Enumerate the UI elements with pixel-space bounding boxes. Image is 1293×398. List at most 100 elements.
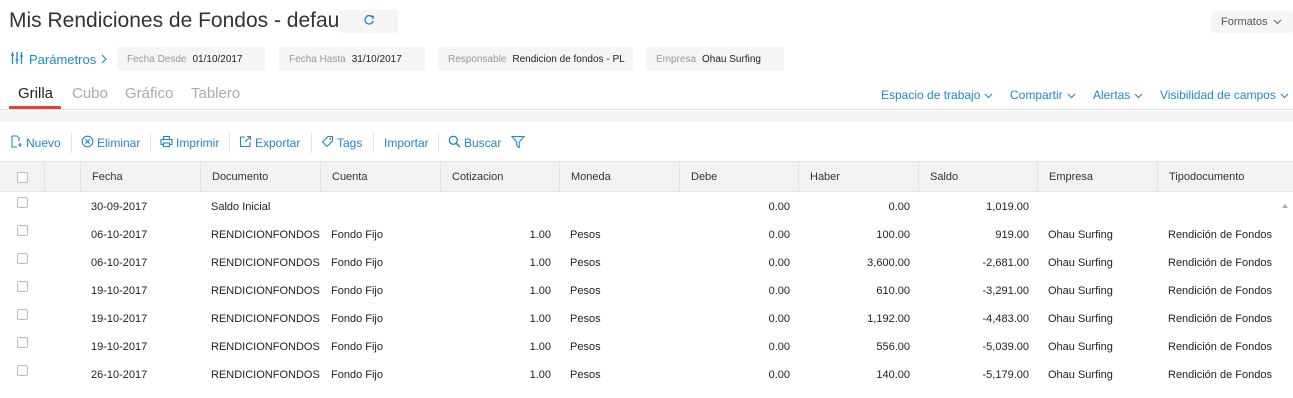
visibilidad-de-campos-menu[interactable]: Visibilidad de campos bbox=[1160, 88, 1289, 102]
exportar-button[interactable]: Exportar bbox=[239, 132, 300, 154]
param-responsable[interactable]: Responsable Rendicion de fondos - PL bbox=[438, 47, 633, 71]
cell-saldo: 1,019.00 bbox=[986, 201, 1029, 213]
cell-empresa: Ohau Surfing bbox=[1048, 313, 1113, 325]
compartir-menu[interactable]: Compartir bbox=[1010, 88, 1076, 102]
table-row[interactable]: 30-09-2017 Saldo Inicial 0.00 0.00 1,019.00 bbox=[0, 193, 1277, 221]
imprimir-button[interactable]: Imprimir bbox=[160, 132, 219, 154]
cell-fecha: 06-10-2017 bbox=[91, 257, 148, 269]
espacio-de-trabajo-menu[interactable]: Espacio de trabajo bbox=[881, 88, 993, 102]
table-row[interactable]: 19-10-2017 RENDICIONFONDOS - Fondo Fijo 1.0… bbox=[0, 277, 1277, 305]
cell-empresa: Ohau Surfing bbox=[1048, 229, 1113, 241]
cell-documento: RENDICIONFONDOS - bbox=[211, 229, 320, 241]
param-label: Fecha Desde bbox=[127, 53, 187, 65]
cell-fecha: 19-10-2017 bbox=[91, 313, 148, 325]
search-icon bbox=[448, 135, 461, 151]
cell-saldo: -3,291.00 bbox=[982, 285, 1029, 297]
scroll-up-arrow-icon[interactable] bbox=[1281, 197, 1289, 208]
table-row[interactable]: 19-10-2017 RENDICIONFONDOS - Fondo Fijo 1.0… bbox=[0, 333, 1277, 361]
sliders-icon bbox=[10, 51, 24, 68]
buscar-button[interactable]: Buscar bbox=[448, 132, 501, 154]
tab-tablero[interactable]: Tablero bbox=[191, 85, 240, 102]
row-checkbox[interactable] bbox=[16, 281, 28, 292]
cell-documento: Saldo Inicial bbox=[211, 201, 271, 213]
param-fecha-desde[interactable]: Fecha Desde 01/10/2017 bbox=[117, 47, 265, 71]
col-debe[interactable]: Debe bbox=[679, 162, 798, 192]
view-tabs: Grilla Cubo Gráfico Tablero Espacio de t… bbox=[0, 82, 1293, 110]
filter-button[interactable] bbox=[510, 132, 526, 154]
param-empresa[interactable]: Empresa Ohau Surfing bbox=[646, 47, 784, 71]
chevron-down-icon bbox=[1067, 88, 1076, 102]
formatos-dropdown[interactable]: Formatos bbox=[1211, 11, 1293, 33]
exportar-label: Exportar bbox=[255, 136, 301, 150]
table-row[interactable]: 26-10-2017 RENDICIONFONDOS - Fondo Fijo 1.0… bbox=[0, 361, 1277, 389]
cell-fecha: 30-09-2017 bbox=[91, 201, 148, 213]
table-row[interactable]: 06-10-2017 RENDICIONFONDOS - Fondo Fijo 1.0… bbox=[0, 221, 1277, 249]
refresh-button[interactable] bbox=[340, 10, 398, 33]
cell-haber: 100.00 bbox=[876, 229, 910, 241]
cell-cuenta: Fondo Fijo bbox=[331, 285, 383, 297]
parameters-toggle[interactable]: Parámetros bbox=[10, 51, 107, 68]
cell-haber: 610.00 bbox=[876, 285, 910, 297]
select-all-checkbox[interactable] bbox=[16, 171, 28, 183]
buscar-label: Buscar bbox=[464, 136, 502, 150]
tag-icon bbox=[321, 135, 334, 151]
cell-tipodocumento: Rendición de Fondos bbox=[1168, 285, 1272, 297]
importar-button[interactable]: Importar bbox=[384, 132, 429, 154]
cell-tipodocumento bbox=[1157, 193, 1277, 221]
filter-icon bbox=[510, 135, 526, 152]
cell-cuenta: Fondo Fijo bbox=[331, 257, 383, 269]
parameters-bar: Parámetros Fecha Desde 01/10/2017 Fecha … bbox=[0, 46, 1293, 72]
tags-button[interactable]: Tags bbox=[321, 132, 362, 154]
cell-cotizacion: 1.00 bbox=[529, 285, 551, 297]
col-cotizacion[interactable]: Cotizacion bbox=[440, 162, 559, 192]
col-tipodocumento[interactable]: Tipodocumento bbox=[1157, 162, 1277, 192]
param-fecha-hasta[interactable]: Fecha Hasta 31/10/2017 bbox=[279, 47, 425, 71]
select-all-cell bbox=[0, 162, 44, 192]
cell-cotizacion: 1.00 bbox=[529, 341, 551, 353]
col-fecha[interactable]: Fecha bbox=[80, 162, 200, 192]
row-checkbox[interactable] bbox=[16, 309, 28, 320]
col-moneda[interactable]: Moneda bbox=[559, 162, 679, 192]
tab-grilla[interactable]: Grilla bbox=[18, 85, 53, 102]
menu-label: Alertas bbox=[1093, 88, 1131, 102]
cell-tipodocumento: Rendición de Fondos bbox=[1168, 341, 1272, 353]
row-select-cell bbox=[0, 249, 44, 277]
section-divider bbox=[0, 111, 1293, 122]
row-checkbox[interactable] bbox=[16, 365, 28, 376]
cell-saldo: 919.00 bbox=[995, 229, 1029, 241]
tab-grafico[interactable]: Gráfico bbox=[125, 85, 173, 102]
alertas-menu[interactable]: Alertas bbox=[1093, 88, 1143, 102]
row-checkbox[interactable] bbox=[16, 225, 28, 236]
cell-debe: 0.00 bbox=[768, 229, 790, 241]
cell-cuenta: Fondo Fijo bbox=[331, 313, 383, 325]
importar-label: Importar bbox=[384, 136, 429, 150]
table-row[interactable]: 06-10-2017 RENDICIONFONDOS - Fondo Fijo 1.0… bbox=[0, 249, 1277, 277]
cell-moneda: Pesos bbox=[570, 285, 601, 297]
menu-label: Compartir bbox=[1010, 88, 1063, 102]
row-checkbox[interactable] bbox=[16, 197, 28, 208]
cell-documento: RENDICIONFONDOS - bbox=[211, 313, 320, 325]
row-select-cell bbox=[0, 305, 44, 333]
col-cuenta[interactable]: Cuenta bbox=[320, 162, 440, 192]
chevron-down-icon bbox=[984, 88, 993, 102]
table-row[interactable]: 19-10-2017 RENDICIONFONDOS - Fondo Fijo 1.0… bbox=[0, 305, 1277, 333]
col-saldo[interactable]: Saldo bbox=[918, 162, 1037, 192]
eliminar-button[interactable]: Eliminar bbox=[81, 132, 140, 154]
cell-debe: 0.00 bbox=[768, 257, 790, 269]
col-empresa[interactable]: Empresa bbox=[1037, 162, 1157, 192]
tab-cubo[interactable]: Cubo bbox=[72, 85, 108, 102]
cell-saldo: -2,681.00 bbox=[982, 257, 1029, 269]
row-checkbox[interactable] bbox=[16, 253, 28, 264]
toolbar-divider bbox=[71, 133, 72, 153]
cell-empresa: Ohau Surfing bbox=[1048, 285, 1113, 297]
nuevo-button[interactable]: Nuevo bbox=[10, 132, 61, 154]
col-haber[interactable]: Haber bbox=[798, 162, 918, 192]
grid-header: Fecha Documento Cuenta Cotizacion Moneda… bbox=[0, 161, 1293, 192]
cell-tipodocumento: Rendición de Fondos bbox=[1168, 369, 1272, 381]
cell-empresa: Ohau Surfing bbox=[1048, 257, 1113, 269]
col-documento[interactable]: Documento bbox=[200, 162, 320, 192]
toolbar-divider bbox=[229, 133, 230, 153]
row-checkbox[interactable] bbox=[16, 337, 28, 348]
formatos-label: Formatos bbox=[1221, 16, 1268, 28]
cell-fecha: 06-10-2017 bbox=[91, 229, 148, 241]
